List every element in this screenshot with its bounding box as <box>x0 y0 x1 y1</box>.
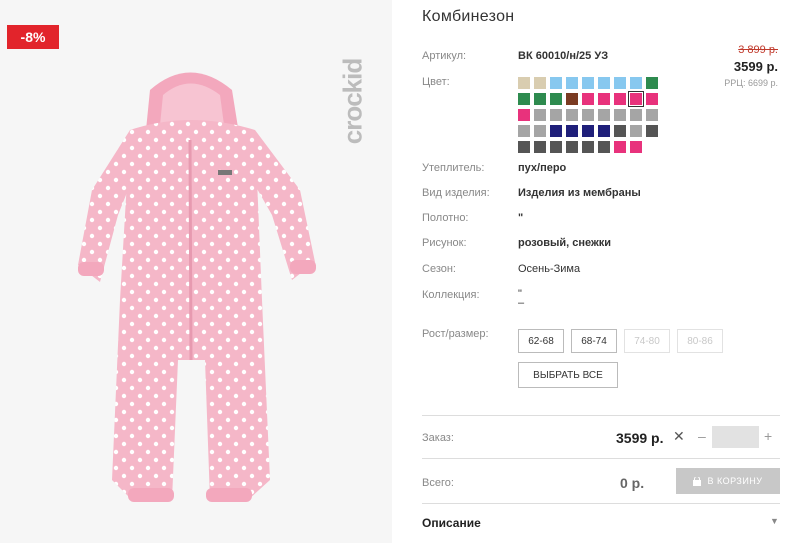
insulation-label: Утеплитель: <box>422 162 485 174</box>
season-label: Сезон: <box>422 263 456 275</box>
insulation-value: пух/перо <box>518 162 567 174</box>
color-swatch[interactable] <box>550 77 562 89</box>
color-swatch[interactable] <box>646 125 658 137</box>
color-swatch[interactable] <box>646 77 658 89</box>
color-swatch[interactable] <box>566 125 578 137</box>
color-swatch[interactable] <box>518 141 530 153</box>
color-swatch[interactable] <box>582 77 594 89</box>
color-swatch[interactable] <box>518 77 530 89</box>
color-swatch[interactable] <box>566 93 578 105</box>
old-price: 3 899 р. <box>738 44 778 56</box>
color-swatch[interactable] <box>582 125 594 137</box>
color-swatch[interactable] <box>582 93 594 105</box>
total-label: Всего: <box>422 477 454 489</box>
divider <box>422 503 780 504</box>
color-swatch[interactable] <box>518 125 530 137</box>
pattern-label: Рисунок: <box>422 237 467 249</box>
brand-logo: crockid <box>337 40 376 160</box>
color-swatch[interactable] <box>566 77 578 89</box>
color-swatch[interactable] <box>598 77 610 89</box>
pattern-value: розовый, снежки <box>518 237 612 249</box>
chevron-down-icon[interactable]: ▼ <box>770 516 779 526</box>
color-swatch[interactable] <box>518 109 530 121</box>
order-label: Заказ: <box>422 432 454 444</box>
increment-button[interactable]: + <box>764 428 772 444</box>
color-swatch[interactable] <box>566 109 578 121</box>
color-swatch[interactable] <box>534 109 546 121</box>
color-swatch[interactable] <box>628 91 644 107</box>
color-swatch[interactable] <box>614 141 626 153</box>
decrement-button[interactable]: – <box>698 428 706 444</box>
divider <box>422 458 780 459</box>
color-swatch[interactable] <box>614 125 626 137</box>
season-value: Осень-Зима <box>518 263 581 275</box>
color-swatch[interactable] <box>550 93 562 105</box>
color-swatch[interactable] <box>550 141 562 153</box>
color-swatch[interactable] <box>550 125 562 137</box>
article-value: ВК 60010/н/25 УЗ <box>518 50 609 62</box>
color-swatch[interactable] <box>534 141 546 153</box>
color-swatch[interactable] <box>630 125 642 137</box>
size-option-68-74[interactable]: 68-74 <box>571 329 617 353</box>
color-swatch[interactable] <box>582 109 594 121</box>
color-swatch[interactable] <box>518 93 530 105</box>
fabric-value: " <box>518 212 524 224</box>
color-swatch[interactable] <box>598 141 610 153</box>
size-label: Рост/размер: <box>422 328 489 340</box>
color-swatch[interactable] <box>598 125 610 137</box>
add-to-cart-button[interactable]: В КОРЗИНУ <box>676 468 780 494</box>
remove-icon[interactable]: ✕ <box>673 428 685 445</box>
color-swatch[interactable] <box>630 109 642 121</box>
color-swatch[interactable] <box>550 109 562 121</box>
color-swatch[interactable] <box>614 93 626 105</box>
kind-value: Изделия из мембраны <box>518 187 641 199</box>
color-swatches <box>518 77 658 153</box>
rrp-price: РРЦ: 6699 р. <box>724 78 778 88</box>
lock-icon <box>693 476 702 486</box>
product-photo[interactable] <box>0 0 392 543</box>
color-swatch[interactable] <box>534 93 546 105</box>
color-swatch[interactable] <box>630 77 642 89</box>
description-toggle[interactable]: Описание <box>422 516 481 530</box>
current-price: 3599 р. <box>733 59 778 74</box>
collection-value-2: – <box>518 297 525 309</box>
brand-text: crockid <box>337 58 368 145</box>
order-price: 3599 р. <box>616 430 664 446</box>
kind-label: Вид изделия: <box>422 187 490 199</box>
color-swatch[interactable] <box>598 109 610 121</box>
size-option-62-68[interactable]: 62-68 <box>518 329 564 353</box>
product-title: Комбинезон <box>422 8 515 25</box>
color-swatch[interactable] <box>630 141 642 153</box>
color-swatch[interactable] <box>646 109 658 121</box>
color-swatch[interactable] <box>646 93 658 105</box>
size-option-80-86[interactable]: 80-86 <box>677 329 723 353</box>
select-all-button[interactable]: ВЫБРАТЬ ВСЕ <box>518 362 618 388</box>
discount-badge: -8% <box>7 25 59 49</box>
quantity-input[interactable] <box>712 426 759 448</box>
color-swatch[interactable] <box>614 109 626 121</box>
color-label: Цвет: <box>422 76 450 88</box>
collection-label: Коллекция: <box>422 289 480 301</box>
color-swatch[interactable] <box>598 93 610 105</box>
color-swatch[interactable] <box>614 77 626 89</box>
total-value: 0 р. <box>620 475 645 491</box>
size-option-74-80[interactable]: 74-80 <box>624 329 670 353</box>
divider <box>422 415 780 416</box>
color-swatch[interactable] <box>534 77 546 89</box>
color-swatch[interactable] <box>566 141 578 153</box>
jumpsuit-image <box>78 72 316 502</box>
color-swatch[interactable] <box>534 125 546 137</box>
color-swatch[interactable] <box>582 141 594 153</box>
fabric-label: Полотно: <box>422 212 469 224</box>
cart-button-label: В КОРЗИНУ <box>707 476 763 486</box>
article-label: Артикул: <box>422 50 467 62</box>
